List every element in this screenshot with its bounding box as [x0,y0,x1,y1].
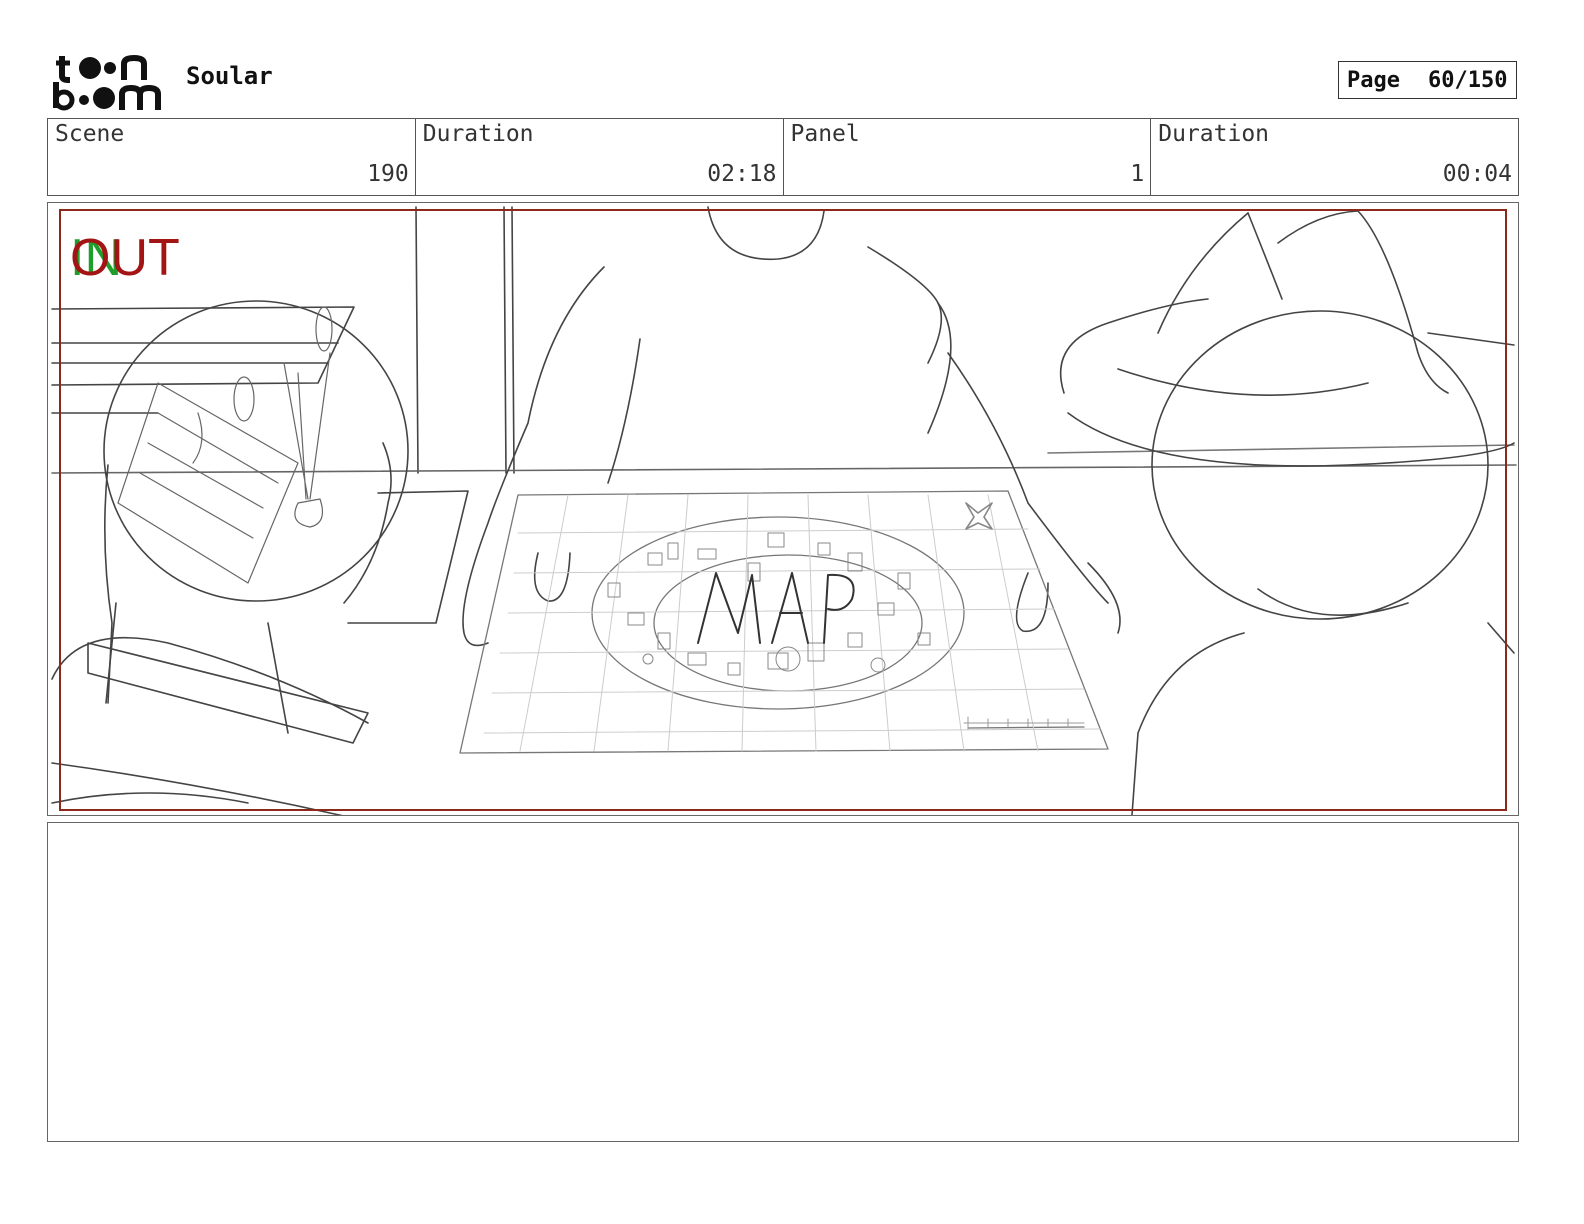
toon-boom-logo [53,54,161,111]
project-title: Soular [186,62,273,90]
out-marker: OUT [70,229,180,287]
scene-label: Scene [55,121,125,147]
scene-duration-value: 02:18 [707,161,777,187]
panel-sketch: IN OUT [51,206,1517,815]
panel-value: 1 [1130,161,1145,187]
page-value: 60/150 [1427,67,1508,93]
page-label: Page [1347,67,1400,93]
panel-duration-value: 00:04 [1442,161,1512,187]
scene-duration-label: Duration [422,121,534,147]
scene-info-table: Scene 190 Duration 02:18 Panel 1 Duratio… [47,118,1519,196]
panel-duration-cell: Duration 00:04 [1151,119,1518,195]
scene-value: 190 [367,161,409,187]
panel-label: Panel [790,121,860,147]
panel-cell: Panel 1 [784,119,1152,195]
page-indicator: Page 60/150 [1338,61,1517,99]
storyboard-panel: IN OUT [47,202,1519,816]
panel-duration-label: Duration [1158,121,1270,147]
scene-duration-cell: Duration 02:18 [416,119,784,195]
panel-notes-box[interactable] [47,822,1519,1142]
scene-cell: Scene 190 [48,119,416,195]
